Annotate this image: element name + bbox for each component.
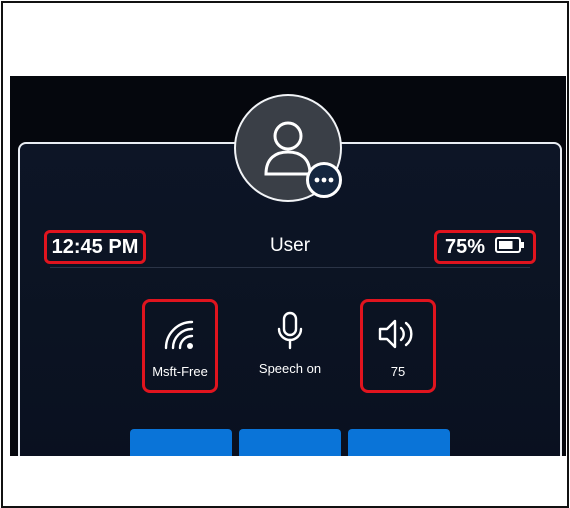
clock-time: 12:45 PM bbox=[44, 230, 146, 264]
divider bbox=[50, 267, 530, 268]
action-button-2[interactable] bbox=[239, 429, 341, 456]
status-row: 12:45 PM User 75% bbox=[20, 230, 560, 266]
more-options-button[interactable] bbox=[306, 162, 342, 198]
battery-status: 75% bbox=[434, 230, 536, 264]
wifi-icon bbox=[160, 314, 200, 354]
user-avatar-wrap[interactable] bbox=[234, 94, 342, 202]
volume-label: 75 bbox=[390, 364, 406, 379]
screenshot-frame: 12:45 PM User 75% Msft-Free Speech on 75 bbox=[1, 1, 569, 508]
user-name: User bbox=[269, 235, 311, 256]
action-button-3[interactable] bbox=[348, 429, 450, 456]
speech-label: Speech on bbox=[258, 361, 322, 376]
device-screen: 12:45 PM User 75% Msft-Free Speech on 75 bbox=[10, 76, 566, 456]
battery-percent: 75% bbox=[444, 235, 486, 258]
speaker-icon bbox=[377, 314, 419, 354]
action-button-1[interactable] bbox=[130, 429, 232, 456]
volume-tile[interactable]: 75 bbox=[360, 299, 436, 393]
speech-tile[interactable]: Speech on bbox=[252, 299, 328, 393]
microphone-icon bbox=[275, 311, 305, 351]
wifi-label: Msft-Free bbox=[152, 364, 208, 379]
wifi-tile[interactable]: Msft-Free bbox=[142, 299, 218, 393]
person-icon bbox=[264, 121, 312, 176]
ellipsis-icon bbox=[314, 177, 334, 183]
battery-icon bbox=[495, 236, 525, 259]
